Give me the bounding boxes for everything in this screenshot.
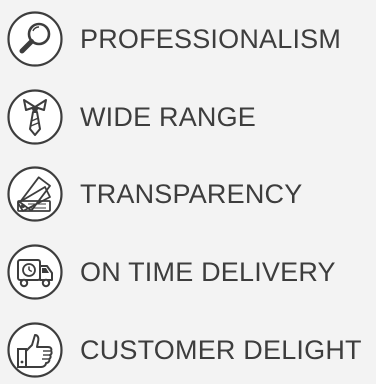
feature-label: ON TIME DELIVERY [80, 256, 336, 287]
feature-customer-delight: CUSTOMER DELIGHT [0, 318, 376, 382]
thumbs-up-icon [6, 321, 64, 379]
swatch-tags-icon [6, 165, 64, 223]
feature-professionalism: PROFESSIONALISM [0, 7, 376, 71]
feature-label: TRANSPARENCY [80, 178, 303, 209]
tie-icon [6, 88, 64, 146]
feature-wide-range: WIDE RANGE [0, 85, 376, 149]
feature-on-time-delivery: ON TIME DELIVERY [0, 240, 376, 304]
feature-transparency: TRANSPARENCY [0, 162, 376, 226]
magnifier-icon [6, 10, 64, 68]
feature-label: PROFESSIONALISM [80, 23, 342, 54]
delivery-truck-icon [6, 243, 64, 301]
feature-label: WIDE RANGE [80, 101, 257, 132]
feature-list: PROFESSIONALISM WIDE RANGE TRANSPARENCY … [0, 0, 376, 384]
feature-label: CUSTOMER DELIGHT [80, 334, 362, 365]
